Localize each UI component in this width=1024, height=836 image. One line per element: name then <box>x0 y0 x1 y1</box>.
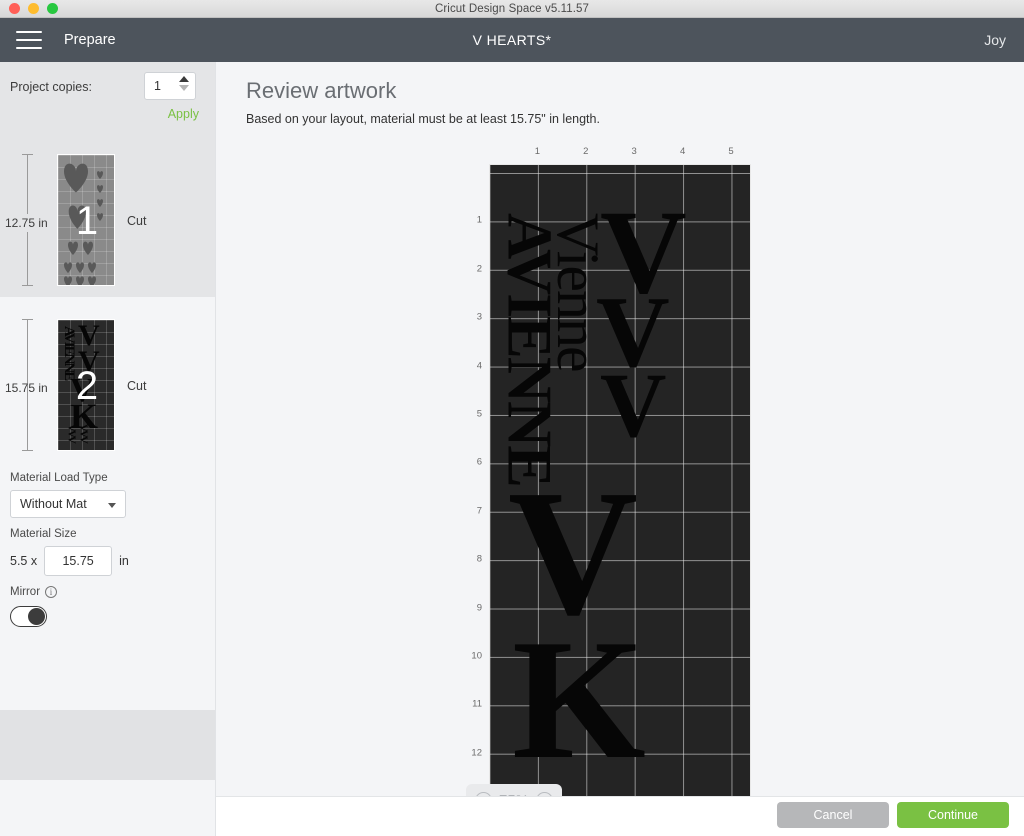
mat-1-size-label: 12.75 in <box>5 214 48 232</box>
ruler-top-tick: 2 <box>583 146 589 157</box>
ruler-left-tick: 2 <box>476 263 482 275</box>
mat-2-operation-label: Cut <box>127 379 147 393</box>
ruler-left-tick: 7 <box>476 505 482 517</box>
ruler-left-tick: 6 <box>476 456 482 468</box>
continue-button[interactable]: Continue <box>897 802 1009 828</box>
ruler-horizontal: 1 2 3 4 5 <box>489 146 751 164</box>
mat-2-thumbnail[interactable]: AVIENNE V V V K VVV VVV 2 <box>57 319 115 451</box>
material-load-type-select[interactable]: Without Mat <box>10 490 126 518</box>
sidebar-bottom-panel <box>0 710 215 780</box>
mirror-label-row: Mirror i <box>10 586 205 598</box>
artwork-letter-v-4: V <box>508 453 638 652</box>
ruler-left-tick: 9 <box>476 602 482 614</box>
material-size-width-label: 5.5 x <box>10 554 38 568</box>
hamburger-menu-icon[interactable] <box>16 31 42 49</box>
mat-2-number: 2 <box>75 364 99 408</box>
mirror-label: Mirror <box>10 586 41 598</box>
ruler-top-tick: 5 <box>728 146 734 157</box>
material-size-unit-label: in <box>119 554 129 568</box>
header-section-label: Prepare <box>64 32 116 48</box>
zoom-control: − 75% + <box>466 784 562 796</box>
material-load-type-label: Material Load Type <box>10 472 108 484</box>
project-copies-row: Project copies: 1 Apply <box>0 62 215 132</box>
mat-1-number: 1 <box>75 199 99 243</box>
ruler-top-tick: 4 <box>679 146 686 157</box>
material-size-row: 5.5 x 15.75 in <box>10 546 205 576</box>
ruler-vertical: 1 2 3 4 5 6 7 8 9 10 11 12 13 <box>460 164 486 796</box>
material-size-label: Material Size <box>10 528 77 540</box>
material-load-type-value: Without Mat <box>20 497 87 511</box>
artwork-letter-k: K <box>512 605 646 795</box>
footer-bar: Cancel Continue <box>216 796 1024 836</box>
app-header: Prepare V HEARTS* Joy <box>0 18 1024 62</box>
material-size-length-input[interactable]: 15.75 <box>44 546 113 576</box>
window-title-bar: Cricut Design Space v5.11.57 <box>0 0 1024 18</box>
mirror-group: Mirror i <box>0 576 215 627</box>
stepper-decrement-icon[interactable] <box>179 85 189 91</box>
project-copies-value: 1 <box>154 79 161 93</box>
artwork-canvas[interactable]: AVIENNE Vienne V V V V K <box>489 164 751 796</box>
ruler-left-tick: 8 <box>476 553 482 565</box>
cancel-button[interactable]: Cancel <box>777 802 889 828</box>
page-title: Review artwork <box>246 78 397 103</box>
window-title: Cricut Design Space v5.11.57 <box>434 2 590 15</box>
mat-list-item-1[interactable]: 12.75 in 1 Cut <box>0 132 215 297</box>
page-subtitle: Based on your layout, material must be a… <box>246 112 600 126</box>
ruler-top-tick: 3 <box>631 146 637 157</box>
mat-list-item-2[interactable]: 15.75 in AVIENNE V V V K VVV VVV 2 Cut <box>0 297 215 462</box>
left-sidebar: Project copies: 1 Apply 12.75 in 1 Cut 1… <box>0 62 216 836</box>
project-title: V HEARTS* <box>472 32 552 48</box>
machine-name-label[interactable]: Joy <box>984 32 1006 48</box>
project-copies-stepper[interactable]: 1 <box>144 72 196 100</box>
ruler-top-tick: 1 <box>534 146 541 157</box>
mat-2-size-label: 15.75 in <box>5 381 48 395</box>
ruler-left-tick: 10 <box>471 650 482 662</box>
chevron-down-icon <box>108 503 116 508</box>
ruler-left-tick: 12 <box>471 747 482 759</box>
apply-button[interactable]: Apply <box>168 107 199 121</box>
mirror-toggle-knob <box>28 608 45 625</box>
project-copies-label: Project copies: <box>10 80 92 94</box>
ruler-left-tick: 4 <box>476 360 482 372</box>
ruler-left-tick: 1 <box>476 214 482 226</box>
ruler-left-tick: 3 <box>476 311 482 323</box>
mat-1-thumbnail[interactable]: 1 <box>57 154 115 286</box>
info-circle-icon[interactable]: i <box>45 586 58 598</box>
ruler-left-tick: 11 <box>472 698 482 710</box>
ruler-left-tick: 5 <box>476 408 482 420</box>
canvas-artwork: AVIENNE Vienne V V V V K <box>490 165 750 796</box>
stepper-arrows <box>179 76 189 91</box>
material-load-type-group: Material Load Type Without Mat <box>0 462 215 518</box>
mat-1-operation-label: Cut <box>127 214 147 228</box>
mirror-toggle[interactable] <box>10 606 47 627</box>
main-content: Review artwork Based on your layout, mat… <box>216 62 1024 796</box>
artwork-letter-v-3: V <box>600 354 667 456</box>
material-size-group: Material Size 5.5 x 15.75 in <box>0 518 215 576</box>
stepper-increment-icon[interactable] <box>179 76 189 82</box>
